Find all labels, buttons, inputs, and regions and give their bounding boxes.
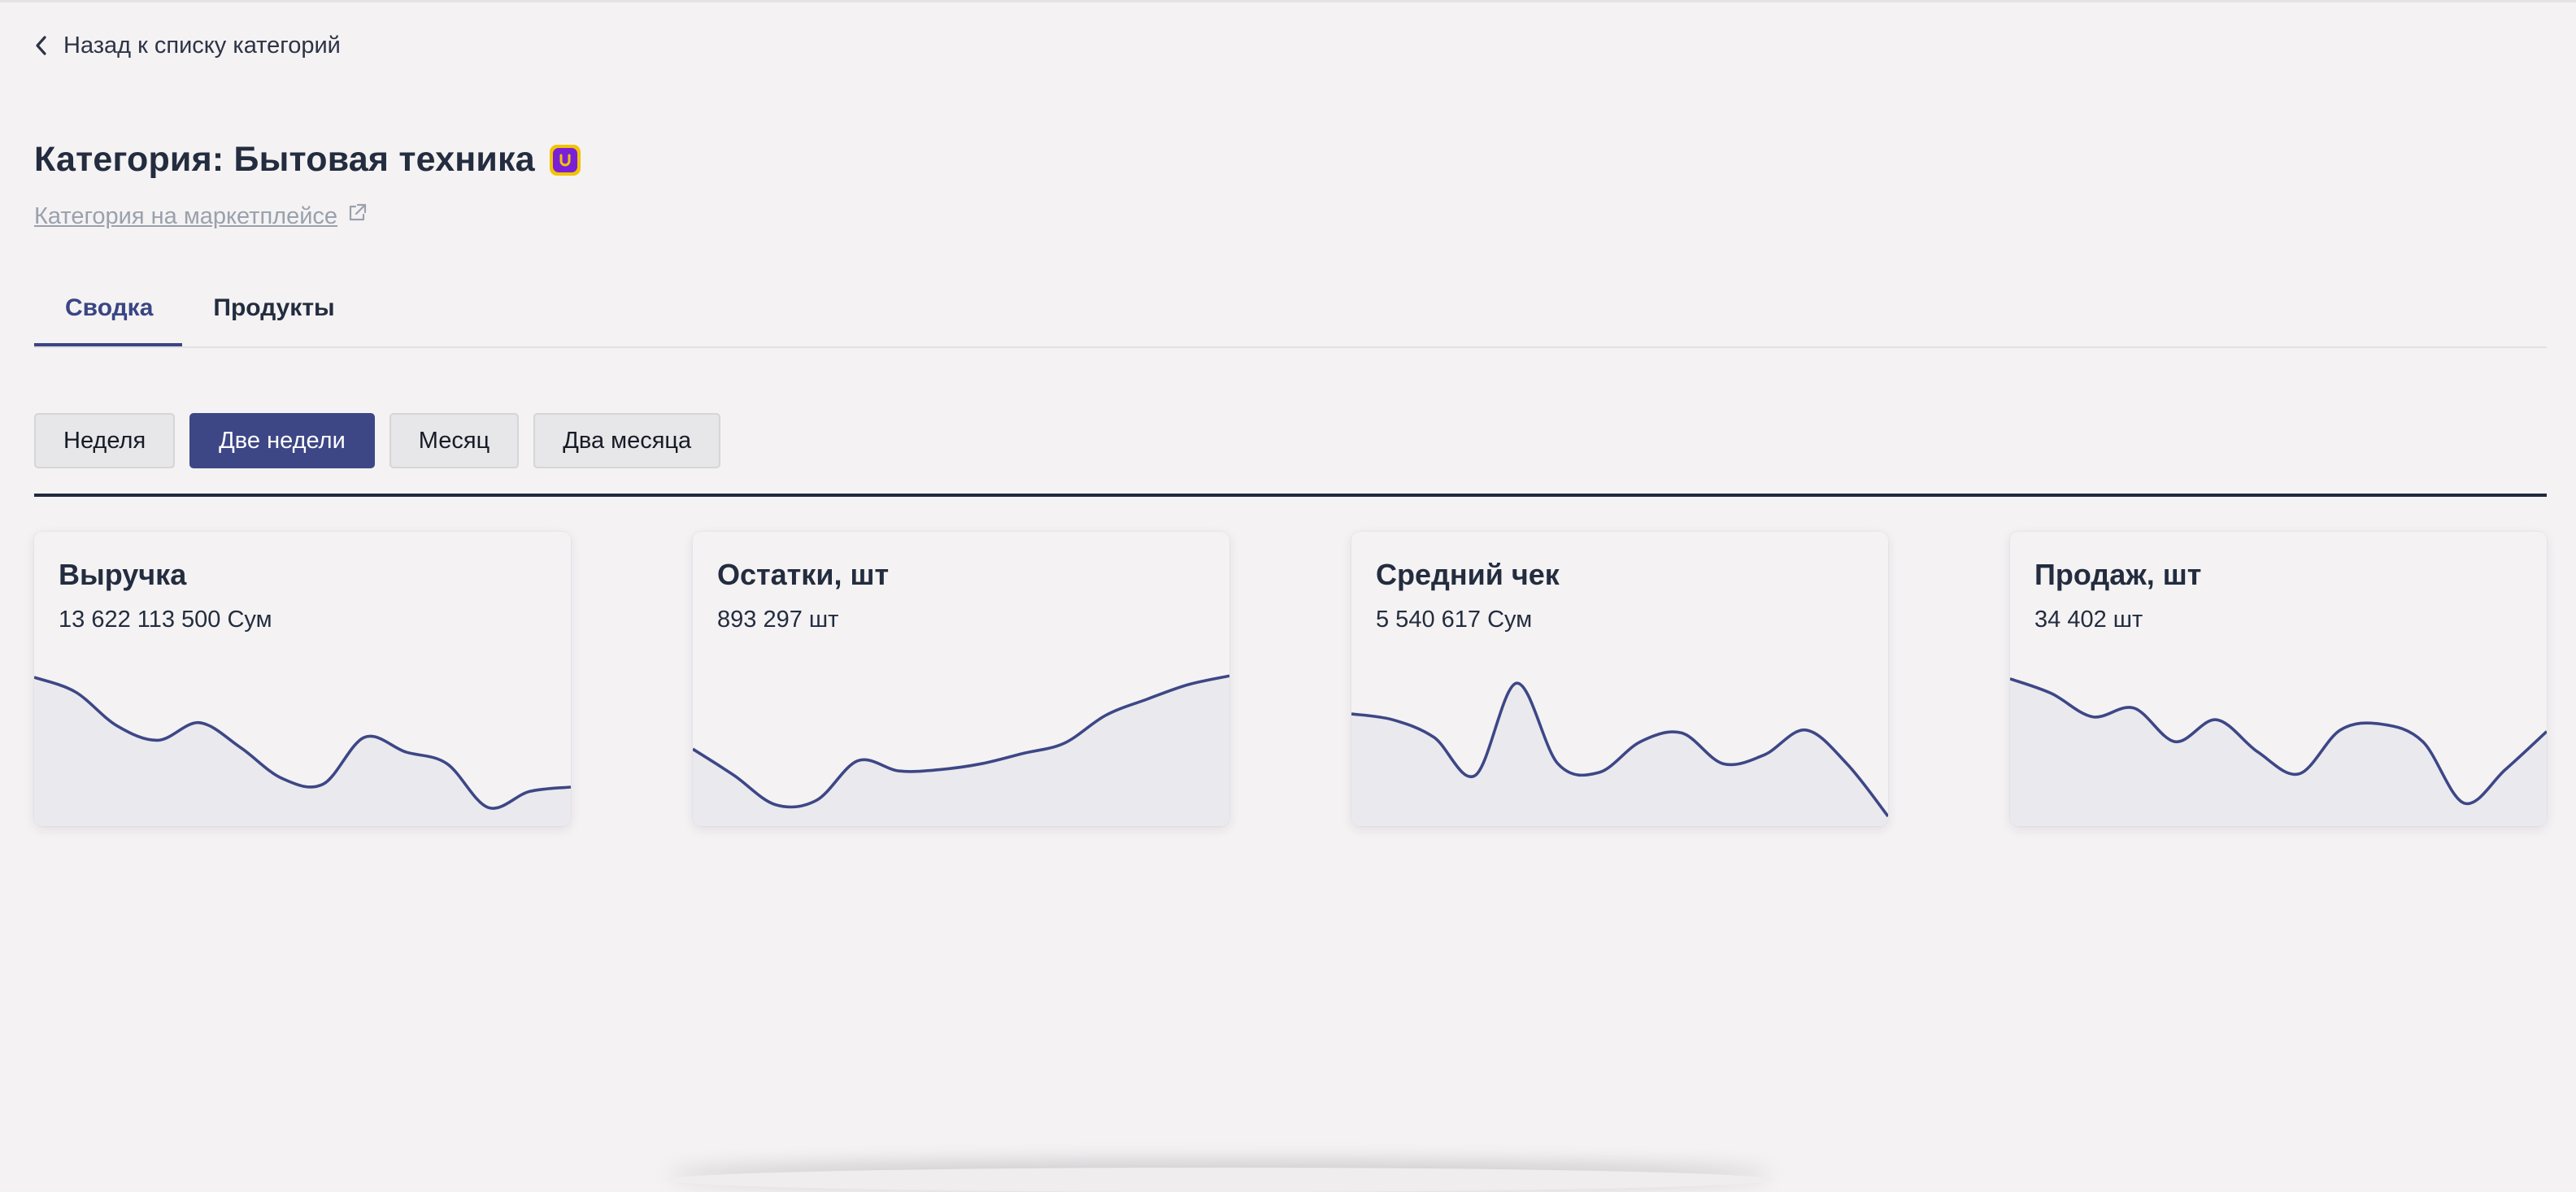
tab-summary[interactable]: Сводка	[34, 276, 183, 346]
marketplace-category-link[interactable]: Категория на маркетплейсе	[34, 202, 368, 231]
metric-card-title: Продаж, шт	[2034, 558, 2202, 591]
period-selector: Неделя Две недели Месяц Два месяца	[34, 413, 721, 468]
page-header: Категория: Бытовая техника	[34, 140, 581, 180]
metric-card-revenue: Выручка 13 622 113 500 Сум	[34, 532, 571, 826]
marketplace-link-label: Категория на маркетплейсе	[34, 202, 338, 229]
page-title: Категория: Бытовая техника	[34, 140, 535, 179]
top-border	[0, 0, 2576, 2]
metric-card-average-check: Средний чек 5 540 617 Сум	[1351, 532, 1888, 826]
period-week-button[interactable]: Неделя	[34, 413, 176, 468]
stock-sparkline	[693, 674, 1229, 826]
average-check-sparkline	[1351, 681, 1888, 826]
back-to-categories-link[interactable]: Назад к списку категорий	[34, 28, 341, 63]
sparkline-area	[1351, 683, 1888, 826]
back-link-label: Назад к списку категорий	[63, 32, 341, 59]
section-divider	[34, 494, 2547, 497]
external-link-icon	[346, 202, 368, 231]
marketplace-logo-icon	[549, 144, 581, 176]
metric-card-title: Выручка	[59, 558, 187, 591]
metric-card-title: Средний чек	[1376, 558, 1560, 591]
metric-card-title: Остатки, шт	[717, 558, 890, 591]
metric-card-value: 893 297 шт	[717, 607, 839, 633]
metric-card-sales: Продаж, шт 34 402 шт	[2010, 532, 2547, 826]
tab-products[interactable]: Продукты	[182, 276, 363, 346]
tabs: Сводка Продукты	[34, 276, 2547, 348]
chevron-left-icon	[34, 35, 49, 56]
metric-cards: Выручка 13 622 113 500 Сум Остатки, шт 8…	[34, 532, 2547, 826]
sales-sparkline	[2010, 677, 2547, 826]
metric-card-stock: Остатки, шт 893 297 шт	[693, 532, 1229, 826]
metric-card-value: 13 622 113 500 Сум	[59, 607, 272, 633]
sparkline-area	[34, 677, 571, 826]
metric-card-value: 34 402 шт	[2034, 607, 2143, 633]
period-month-button[interactable]: Месяц	[389, 413, 520, 468]
period-two-months-button[interactable]: Два месяца	[533, 413, 721, 468]
revenue-sparkline	[34, 676, 571, 826]
bottom-panel-edge	[667, 1168, 1773, 1192]
metric-card-value: 5 540 617 Сум	[1376, 607, 1533, 633]
period-two-weeks-button[interactable]: Две недели	[189, 413, 375, 468]
